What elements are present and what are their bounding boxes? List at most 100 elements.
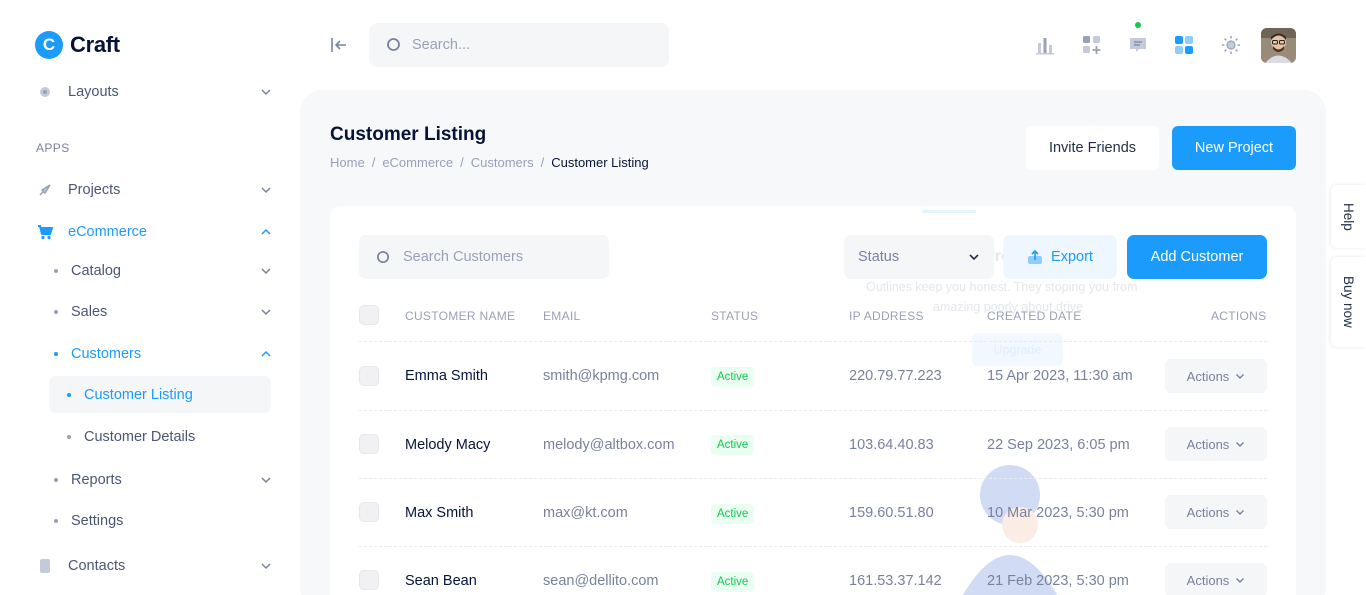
sidebar-item-label: Customers <box>71 346 142 362</box>
customer-created-date: 15 Apr 2023, 11:30 am <box>987 368 1133 384</box>
column-header-actions: ACTIONS <box>1211 309 1267 323</box>
sidebar-item-customer-details[interactable]: Customer Details <box>49 418 271 455</box>
breadcrumb-home[interactable]: Home <box>330 155 365 170</box>
sidebar-item-label: Contacts <box>68 558 126 574</box>
customer-email: sean@dellito.com <box>543 573 659 589</box>
apps-add-icon[interactable] <box>1080 33 1104 57</box>
bullet-dot <box>67 392 71 397</box>
column-header-name[interactable]: CUSTOMER NAME <box>405 309 515 323</box>
sidebar-item-ecommerce[interactable]: eCommerce <box>36 217 272 247</box>
status-badge: Active <box>711 367 755 387</box>
bullet-dot <box>67 434 71 439</box>
sidebar-item-settings[interactable]: Settings <box>50 503 272 539</box>
sidebar-item-label: Sales <box>71 304 108 320</box>
page-title: Customer Listing <box>330 124 487 145</box>
customer-name[interactable]: Max Smith <box>405 505 474 521</box>
customer-search[interactable] <box>359 235 609 279</box>
chevron-down-icon <box>1236 374 1245 379</box>
row-divider <box>359 478 1267 479</box>
sidebar-item-label: Customer Details <box>84 428 196 445</box>
actions-label: Actions <box>1186 436 1230 452</box>
export-button[interactable]: Export <box>1003 235 1117 279</box>
sidebar-item-reports[interactable]: Reports <box>50 462 272 498</box>
sidebar-item-sales[interactable]: Sales <box>50 294 272 330</box>
layouts-icon <box>36 83 54 101</box>
row-actions-button[interactable]: Actions <box>1165 495 1267 529</box>
breadcrumb: Home / eCommerce / Customers / Customer … <box>330 155 649 170</box>
buy-now-tab-label: Buy now <box>1341 276 1356 328</box>
notification-dot <box>1135 22 1141 28</box>
global-search[interactable] <box>369 23 669 67</box>
customer-created-date: 21 Feb 2023, 5:30 pm <box>987 573 1129 589</box>
grid-icon[interactable] <box>1172 33 1196 57</box>
sidebar: C Craft Layouts APPS Projects eCommerce … <box>0 0 300 595</box>
sidebar-item-projects[interactable]: Projects <box>36 175 272 205</box>
sidebar-item-contacts[interactable]: Contacts <box>36 551 272 581</box>
customer-created-date: 22 Sep 2023, 6:05 pm <box>987 437 1130 453</box>
new-project-button[interactable]: New Project <box>1172 126 1296 170</box>
brand-logo[interactable]: C Craft <box>35 31 120 59</box>
sidebar-item-customers[interactable]: Customers <box>50 336 272 372</box>
chevron-down-icon <box>261 477 271 484</box>
contacts-icon <box>36 557 54 575</box>
customer-name[interactable]: Emma Smith <box>405 368 488 384</box>
sun-icon[interactable] <box>1219 33 1243 57</box>
column-header-email[interactable]: EMAIL <box>543 309 581 323</box>
sidebar-item-label: Settings <box>71 513 124 529</box>
row-divider <box>359 341 1267 342</box>
invite-friends-button[interactable]: Invite Friends <box>1026 126 1159 170</box>
breadcrumb-separator: / <box>540 155 545 170</box>
sidebar-item-label: Reports <box>71 472 122 488</box>
customer-ip: 103.64.40.83 <box>849 437 934 453</box>
status-badge: Active <box>711 572 755 592</box>
collapse-sidebar-icon[interactable] <box>330 36 350 54</box>
rocket-icon <box>36 181 54 199</box>
chart-bar-icon[interactable] <box>1033 33 1057 57</box>
status-filter-select[interactable]: Status <box>844 235 994 279</box>
row-actions-button[interactable]: Actions <box>1165 427 1267 461</box>
chevron-down-icon <box>261 268 271 275</box>
customer-email: smith@kpmg.com <box>543 368 660 384</box>
sidebar-item-label: eCommerce <box>68 224 147 240</box>
customer-ip: 159.60.51.80 <box>849 505 934 521</box>
avatar[interactable] <box>1261 28 1296 63</box>
help-tab-label: Help <box>1341 202 1356 231</box>
column-header-status[interactable]: STATUS <box>711 309 758 323</box>
column-header-ip[interactable]: IP ADDRESS <box>849 309 924 323</box>
sidebar-item-customer-listing[interactable]: Customer Listing <box>49 376 271 413</box>
customer-name[interactable]: Melody Macy <box>405 437 490 453</box>
chevron-down-icon <box>969 254 979 261</box>
sidebar-item-label: Projects <box>68 182 121 198</box>
customer-ip: 161.53.37.142 <box>849 573 942 589</box>
customer-name[interactable]: Sean Bean <box>405 573 477 589</box>
add-customer-button[interactable]: Add Customer <box>1127 235 1267 279</box>
chevron-down-icon <box>1236 510 1245 515</box>
logo-mark: C <box>35 31 63 59</box>
logo-text: Craft <box>70 32 120 57</box>
actions-label: Actions <box>1186 504 1230 520</box>
search-icon <box>377 250 390 263</box>
row-checkbox[interactable] <box>359 502 379 522</box>
chevron-down-icon <box>261 563 271 570</box>
bullet-dot <box>54 478 58 482</box>
column-header-created[interactable]: CREATED DATE <box>987 309 1082 323</box>
sidebar-item-layouts[interactable]: Layouts <box>36 77 272 107</box>
row-checkbox[interactable] <box>359 570 379 590</box>
buy-now-tab[interactable]: Buy now <box>1331 257 1366 347</box>
sidebar-item-catalog[interactable]: Catalog <box>50 253 272 289</box>
breadcrumb-customers[interactable]: Customers <box>471 155 534 170</box>
bullet-dot <box>54 269 58 273</box>
row-actions-button[interactable]: Actions <box>1165 359 1267 393</box>
row-checkbox[interactable] <box>359 434 379 454</box>
section-label-apps: APPS <box>36 141 70 155</box>
chat-icon[interactable] <box>1126 33 1150 57</box>
status-badge: Active <box>711 504 755 524</box>
chevron-down-icon <box>1236 578 1245 583</box>
customer-search-input[interactable] <box>403 249 603 265</box>
global-search-input[interactable] <box>412 37 652 53</box>
help-tab[interactable]: Help <box>1331 185 1366 248</box>
select-all-checkbox[interactable] <box>359 305 379 325</box>
row-checkbox[interactable] <box>359 366 379 386</box>
breadcrumb-ecommerce[interactable]: eCommerce <box>382 155 453 170</box>
row-actions-button[interactable]: Actions <box>1165 563 1267 595</box>
